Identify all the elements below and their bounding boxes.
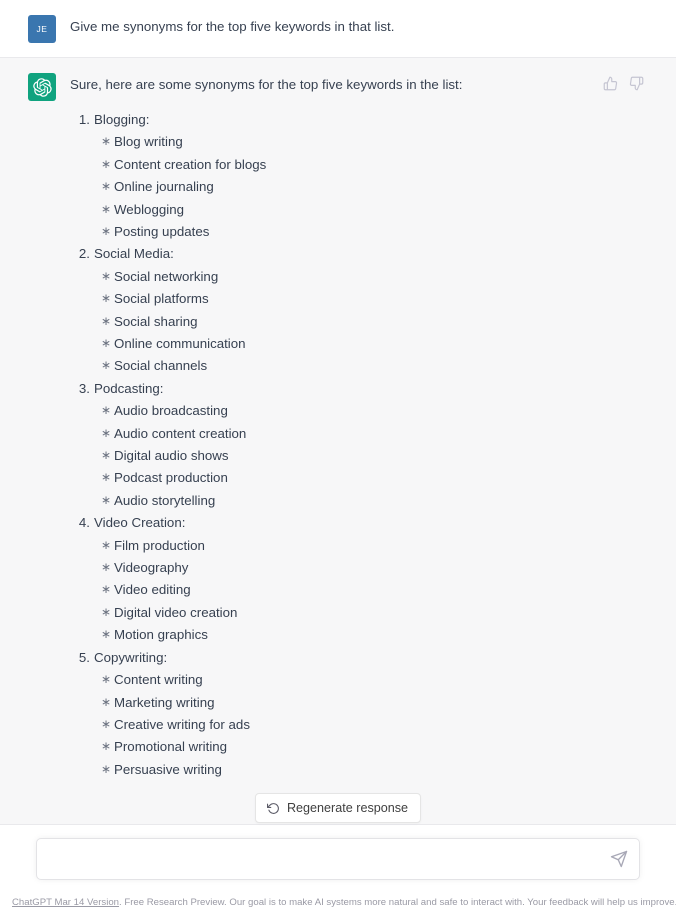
synonym-item: Blog writing (101, 130, 618, 153)
send-plane-icon (610, 850, 628, 868)
regenerate-response-label: Regenerate response (286, 801, 409, 815)
thumbs-down-icon[interactable] (629, 76, 644, 91)
keyword-synonyms-list: Blogging: Blog writing Content creation … (70, 109, 618, 781)
version-link[interactable]: ChatGPT Mar 14 Version (12, 897, 119, 908)
keyword-group: Social Media: Social networking Social p… (74, 243, 618, 378)
keyword-group: Blogging: Blog writing Content creation … (74, 109, 618, 243)
keyword-group: Podcasting: Audio broadcasting Audio con… (74, 378, 618, 512)
synonym-item: Video editing (101, 578, 618, 601)
synonym-item: Online journaling (101, 175, 618, 198)
synonym-item: Online communication (101, 332, 618, 355)
keyword-group: Video Creation: Film production Videogra… (74, 512, 618, 647)
synonym-item: Weblogging (101, 198, 618, 221)
synonym-item: Social networking (101, 265, 618, 288)
user-avatar: JE (28, 15, 56, 43)
synonym-item: Film production (101, 534, 618, 557)
synonym-item: Videography (101, 556, 618, 579)
synonym-item: Persuasive writing (101, 758, 618, 781)
synonym-item: Posting updates (101, 220, 618, 243)
synonym-item: Social sharing (101, 310, 618, 333)
synonym-item: Content creation for blogs (101, 153, 618, 176)
keyword-label: Social Media: (74, 243, 174, 266)
assistant-avatar (28, 73, 56, 101)
synonym-list: Film production Videography Video editin… (94, 534, 618, 647)
regenerate-response-button[interactable]: Regenerate response (254, 793, 422, 823)
user-avatar-initials: JE (36, 24, 48, 34)
synonym-item: Digital video creation (101, 601, 618, 624)
keyword-label: Video Creation: (74, 512, 186, 535)
assistant-message-body: Sure, here are some synonyms for the top… (56, 72, 676, 820)
message-input[interactable] (37, 839, 639, 879)
synonym-item: Promotional writing (101, 735, 618, 758)
synonym-item: Digital audio shows (101, 444, 618, 467)
thumbs-up-icon[interactable] (603, 76, 618, 91)
synonym-list: Blog writing Content creation for blogs … (94, 130, 618, 243)
keyword-label: Podcasting: (74, 378, 164, 401)
synonym-item: Marketing writing (101, 690, 618, 714)
composer-box[interactable] (36, 838, 640, 880)
message-feedback-controls (603, 76, 644, 91)
openai-logo-icon (32, 77, 52, 97)
synonym-item: Content writing (101, 668, 618, 691)
chatgpt-conversation-view: JE Give me synonyms for the top five key… (0, 0, 676, 919)
assistant-message-row: Sure, here are some synonyms for the top… (0, 58, 676, 825)
synonym-item: Motion graphics (101, 623, 618, 646)
keyword-group: Copywriting: Content writing Marketing w… (74, 647, 618, 781)
synonym-list: Social networking Social platforms Socia… (94, 265, 618, 378)
user-message-text: Give me synonyms for the top five keywor… (70, 19, 395, 34)
synonym-item: Audio content creation (101, 422, 618, 445)
synonym-item: Podcast production (101, 466, 618, 489)
composer-area: ChatGPT Mar 14 Version. Free Research Pr… (0, 825, 676, 919)
assistant-intro-text: Sure, here are some synonyms for the top… (70, 77, 463, 92)
keyword-label: Copywriting: (74, 647, 168, 670)
synonym-item: Creative writing for ads (101, 713, 618, 736)
footer-disclaimer: ChatGPT Mar 14 Version. Free Research Pr… (12, 896, 676, 909)
synonym-list: Audio broadcasting Audio content creatio… (94, 399, 618, 512)
user-message-row: JE Give me synonyms for the top five key… (0, 0, 676, 58)
synonym-item: Social channels (101, 354, 618, 377)
synonym-item: Audio storytelling (101, 489, 618, 512)
send-message-button[interactable] (610, 850, 628, 868)
synonym-item: Audio broadcasting (101, 399, 618, 422)
user-message-body: Give me synonyms for the top five keywor… (56, 14, 676, 43)
synonym-item: Social platforms (101, 287, 618, 310)
refresh-icon (266, 802, 279, 814)
synonym-list: Content writing Marketing writing Creati… (94, 668, 618, 781)
keyword-label: Blogging: (74, 109, 150, 132)
footer-disclaimer-text: . Free Research Preview. Our goal is to … (119, 897, 676, 908)
